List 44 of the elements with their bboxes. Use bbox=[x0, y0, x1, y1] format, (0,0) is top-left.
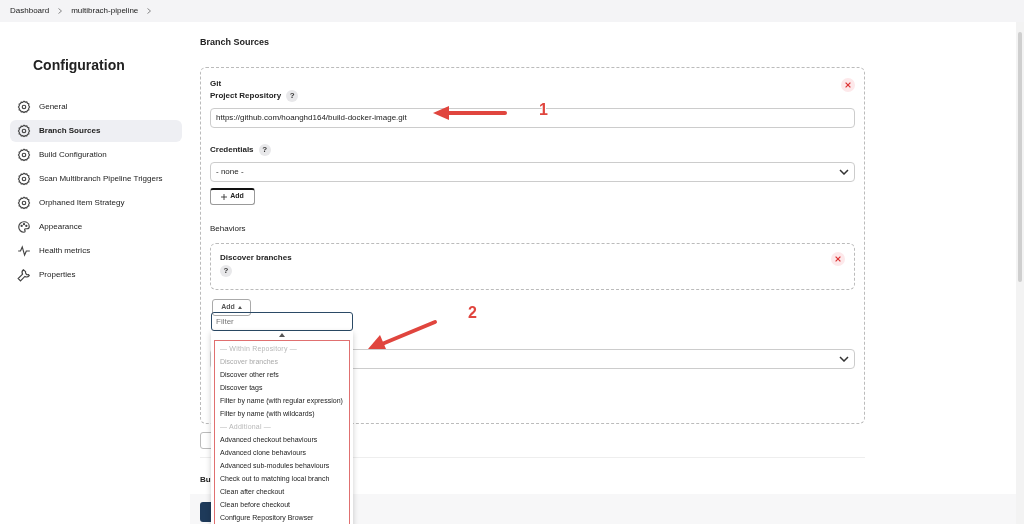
field-label: Behaviors bbox=[210, 222, 247, 235]
chevron-right-icon bbox=[58, 8, 63, 14]
chevron-right-icon bbox=[147, 8, 152, 14]
sidebar-item[interactable]: Orphaned Item Strategy bbox=[10, 192, 182, 214]
close-icon bbox=[845, 81, 851, 88]
help-icon[interactable]: ? bbox=[286, 89, 299, 102]
close-button[interactable] bbox=[841, 77, 855, 92]
scroll-up-icon bbox=[279, 333, 285, 337]
section-title: Bu bbox=[200, 473, 211, 486]
chevron-down-icon bbox=[839, 355, 849, 362]
annotation-number: 2 bbox=[468, 303, 477, 323]
close-icon bbox=[835, 255, 841, 262]
filter-field[interactable]: Filter bbox=[211, 312, 353, 331]
caret-up-icon bbox=[237, 305, 242, 309]
pulse-icon bbox=[17, 244, 31, 258]
gear-icon bbox=[17, 148, 31, 162]
wrench-icon bbox=[17, 268, 31, 282]
sidebar-item[interactable]: Scan Multibranch Pipeline Triggers bbox=[10, 168, 182, 190]
help-icon[interactable]: ? bbox=[220, 264, 232, 277]
gear-icon bbox=[17, 172, 31, 186]
chevron-down-icon bbox=[839, 168, 849, 175]
close-button[interactable] bbox=[831, 251, 845, 266]
gear-icon bbox=[17, 100, 31, 114]
palette-icon bbox=[17, 220, 31, 234]
help-icon[interactable]: ? bbox=[258, 143, 271, 156]
breadcrumb-link[interactable]: multibrach-pipeline bbox=[71, 5, 139, 17]
behavior-title: Discover branches bbox=[220, 251, 292, 264]
sidebar-item[interactable]: Appearance bbox=[10, 216, 182, 238]
gear-icon bbox=[17, 196, 31, 210]
field-label: Project Repository bbox=[210, 89, 282, 102]
field-label: Credentials bbox=[210, 143, 254, 156]
annotation-arrow bbox=[368, 319, 438, 351]
source-title: Git bbox=[210, 77, 222, 90]
sidebar-item[interactable]: Build Configuration bbox=[10, 144, 182, 166]
sidebar-item[interactable]: Branch Sources bbox=[10, 120, 182, 142]
plus-icon bbox=[221, 193, 228, 200]
sidebar-item[interactable]: Health metrics bbox=[10, 240, 182, 262]
credentials-select[interactable]: - none - bbox=[210, 161, 855, 182]
breadcrumb-link[interactable]: Dashboard bbox=[10, 5, 50, 17]
section-title: Branch Sources bbox=[200, 36, 271, 49]
sidebar-item[interactable]: Properties bbox=[10, 264, 182, 286]
gear-icon bbox=[17, 124, 31, 138]
sidebar-item[interactable]: General bbox=[10, 96, 182, 118]
sidebar-title: Configuration bbox=[32, 56, 126, 75]
